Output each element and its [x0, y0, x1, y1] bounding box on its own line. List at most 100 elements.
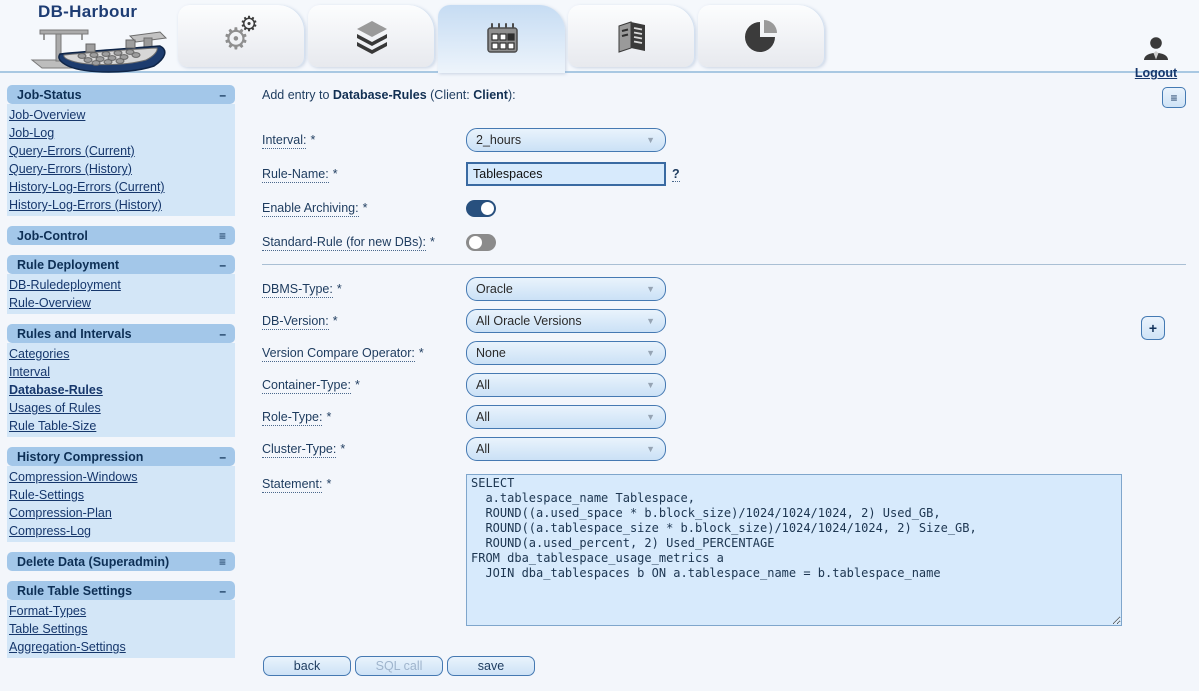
standard-rule-label: Standard-Rule (for new DBs): [262, 235, 426, 251]
cluster-type-select[interactable]: All ▼ [466, 437, 666, 461]
chevron-down-icon: ▼ [646, 348, 655, 358]
rule-form: Interval:* 2_hours ▼ Rule-Name:* ? Enabl… [262, 128, 1186, 676]
enable-archiving-toggle[interactable] [466, 200, 496, 217]
tab-databases[interactable] [568, 5, 695, 67]
sidebar-section-history-compression: History Compression – Compression-Window… [7, 447, 235, 542]
section-header-rule-deployment[interactable]: Rule Deployment – [7, 255, 235, 274]
main-content: Add entry to Database-Rules (Client: Cli… [262, 85, 1186, 676]
section-header-delete-data[interactable]: Delete Data (Superadmin) ≡ [7, 552, 235, 571]
app-header: DB-Harbour ⚙ [0, 0, 1199, 73]
version-compare-operator-label: Version Compare Operator: [262, 346, 415, 362]
sidebar-item-rule-settings[interactable]: Rule-Settings [9, 486, 84, 504]
gears-icon: ⚙ ⚙ [222, 16, 262, 56]
main-nav-tabs: ⚙ ⚙ [178, 5, 825, 73]
sidebar-section-job-status: Job-Status – Job-Overview Job-Log Query-… [7, 85, 235, 216]
container-type-label: Container-Type: [262, 378, 351, 394]
sidebar-item-history-log-errors-current[interactable]: History-Log-Errors (Current) [9, 178, 165, 196]
cluster-type-label: Cluster-Type: [262, 442, 336, 458]
container-type-select[interactable]: All ▼ [466, 373, 666, 397]
statement-field-row: Statement:* SELECT a.tablespace_name Tab… [262, 469, 1186, 626]
section-header-job-status[interactable]: Job-Status – [7, 85, 235, 104]
chevron-down-icon: ▼ [646, 412, 655, 422]
role-type-field-row: Role-Type:* All ▼ [262, 405, 1186, 429]
sidebar-item-query-errors-history[interactable]: Query-Errors (History) [9, 160, 132, 178]
collapse-icon: – [219, 258, 226, 272]
sidebar-item-usages-of-rules[interactable]: Usages of Rules [9, 399, 101, 417]
interval-select[interactable]: 2_hours ▼ [466, 128, 666, 152]
enable-archiving-label: Enable Archiving: [262, 201, 359, 217]
expand-icon: ≡ [219, 555, 226, 569]
section-header-rule-table-settings[interactable]: Rule Table Settings – [7, 581, 235, 600]
section-header-job-control[interactable]: Job-Control ≡ [7, 226, 235, 245]
sidebar-item-interval[interactable]: Interval [9, 363, 50, 381]
standard-rule-field-row: Standard-Rule (for new DBs):* [262, 230, 1186, 254]
sidebar-item-job-overview[interactable]: Job-Overview [9, 106, 85, 124]
sql-call-button[interactable]: SQL call [355, 656, 443, 676]
sidebar-section-rule-table-settings: Rule Table Settings – Format-Types Table… [7, 581, 235, 658]
sidebar-section-rule-deployment: Rule Deployment – DB-Ruledeployment Rule… [7, 255, 235, 314]
dbms-type-select[interactable]: Oracle ▼ [466, 277, 666, 301]
rule-name-input[interactable] [466, 162, 666, 186]
sidebar-item-job-log[interactable]: Job-Log [9, 124, 54, 142]
sidebar-item-table-settings[interactable]: Table Settings [9, 620, 88, 638]
sidebar-item-rule-table-size[interactable]: Rule Table-Size [9, 417, 96, 435]
section-header-rules-and-intervals[interactable]: Rules and Intervals – [7, 324, 235, 343]
version-compare-operator-select[interactable]: None ▼ [466, 341, 666, 365]
tab-layers[interactable] [308, 5, 435, 67]
back-button[interactable]: back [263, 656, 351, 676]
save-button[interactable]: save [447, 656, 535, 676]
db-version-field-row: DB-Version:* All Oracle Versions ▼ [262, 309, 1186, 333]
user-icon[interactable] [1143, 37, 1169, 60]
sidebar-item-db-ruledeployment[interactable]: DB-Ruledeployment [9, 276, 121, 294]
tab-rules-calendar[interactable] [438, 5, 565, 73]
sidebar-item-format-types[interactable]: Format-Types [9, 602, 86, 620]
app-logo[interactable]: DB-Harbour [26, 2, 178, 79]
role-type-label: Role-Type: [262, 410, 322, 426]
dbms-type-label: DBMS-Type: [262, 282, 333, 298]
chevron-down-icon: ▼ [646, 284, 655, 294]
sidebar-item-categories[interactable]: Categories [9, 345, 69, 363]
pie-chart-icon [744, 18, 780, 54]
app-title: DB-Harbour [26, 2, 178, 22]
logout-link[interactable]: Logout [1125, 66, 1187, 80]
harbour-ship-icon [26, 22, 172, 74]
page-menu-button[interactable]: ≡ [1162, 87, 1186, 108]
statement-label: Statement: [262, 477, 322, 493]
sidebar-section-rules-and-intervals: Rules and Intervals – Categories Interva… [7, 324, 235, 437]
rule-name-label: Rule-Name: [262, 167, 329, 183]
version-compare-operator-field-row: Version Compare Operator:* None ▼ [262, 341, 1186, 365]
sidebar-item-query-errors-current[interactable]: Query-Errors (Current) [9, 142, 135, 160]
rule-name-field-row: Rule-Name:* ? [262, 162, 1186, 186]
sidebar-item-compress-log[interactable]: Compress-Log [9, 522, 91, 540]
role-type-select[interactable]: All ▼ [466, 405, 666, 429]
db-version-label: DB-Version: [262, 314, 329, 330]
chevron-down-icon: ▼ [646, 444, 655, 454]
db-version-select[interactable]: All Oracle Versions ▼ [466, 309, 666, 333]
collapse-icon: – [219, 584, 226, 598]
container-type-field-row: Container-Type:* All ▼ [262, 373, 1186, 397]
chevron-down-icon: ▼ [646, 380, 655, 390]
tab-settings[interactable]: ⚙ ⚙ [178, 5, 305, 67]
standard-rule-toggle[interactable] [466, 234, 496, 251]
sidebar-item-compression-windows[interactable]: Compression-Windows [9, 468, 138, 486]
chevron-down-icon: ▼ [646, 135, 655, 145]
enable-archiving-field-row: Enable Archiving:* [262, 196, 1186, 220]
sidebar-item-history-log-errors-history[interactable]: History-Log-Errors (History) [9, 196, 162, 214]
page-title: Add entry to Database-Rules (Client: Cli… [262, 88, 1186, 110]
section-header-history-compression[interactable]: History Compression – [7, 447, 235, 466]
tab-statistics[interactable] [698, 5, 825, 67]
statement-textarea[interactable]: SELECT a.tablespace_name Tablespace, ROU… [466, 474, 1122, 626]
sidebar-item-compression-plan[interactable]: Compression-Plan [9, 504, 112, 522]
sidebar-item-rule-overview[interactable]: Rule-Overview [9, 294, 91, 312]
collapse-icon: – [219, 327, 226, 341]
collapse-icon: – [219, 88, 226, 102]
calendar-icon [484, 21, 520, 57]
report-icon [614, 18, 650, 54]
sidebar-item-database-rules[interactable]: Database-Rules [9, 381, 103, 399]
rule-name-help-link[interactable]: ? [672, 167, 680, 182]
expand-icon: ≡ [219, 229, 226, 243]
interval-label: Interval: [262, 133, 306, 149]
sidebar-item-aggregation-settings[interactable]: Aggregation-Settings [9, 638, 126, 656]
layers-icon [354, 18, 390, 54]
logout-area: Logout [1125, 37, 1187, 80]
